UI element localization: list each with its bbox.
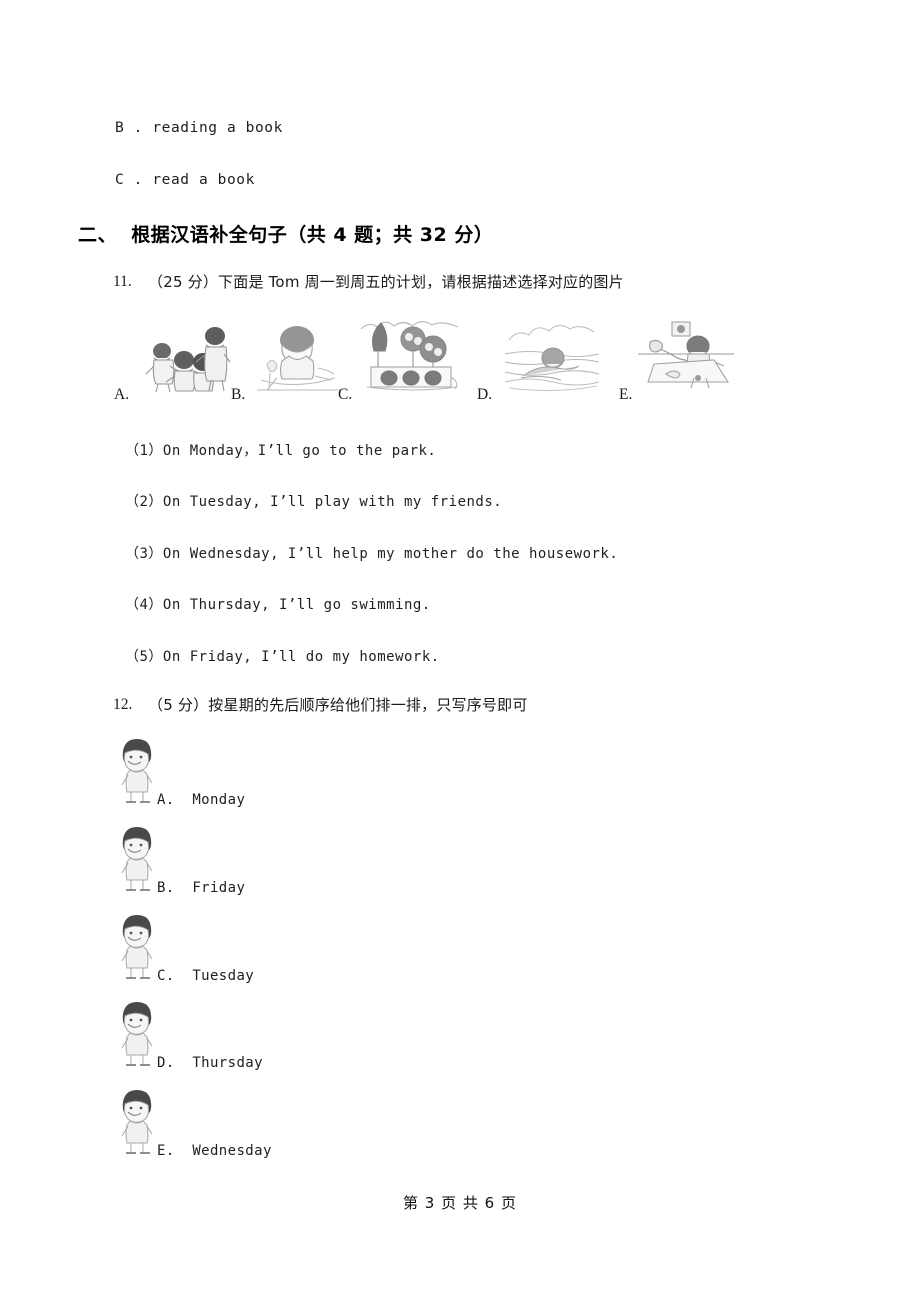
child-doing-housework-icon [636, 316, 736, 392]
picture-option-letter-b: B. [231, 386, 246, 403]
question-11-sub-2: （2）On Tuesday, I’ll play with my friends… [125, 494, 503, 510]
list-item-label-b: B. Friday [157, 880, 246, 896]
question-11-number: 11. [113, 273, 132, 290]
picture-option-letter-e: E. [619, 386, 633, 403]
cartoon-child-standing-icon [117, 1088, 157, 1156]
question-11-sub-1: （1）On Monday，I’ll go to the park. [125, 443, 437, 459]
question-11-sub-5: （5）On Friday, I’ll do my homework. [125, 649, 440, 665]
option-b-reading-a-book: B . reading a book [115, 120, 283, 136]
question-11-prompt: （25 分）下面是 Tom 周一到周五的计划，请根据描述选择对应的图片 [148, 273, 624, 291]
picture-option-letter-a: A. [114, 386, 130, 403]
option-c-read-a-book: C . read a book [115, 172, 255, 188]
list-item-label-e: E. Wednesday [157, 1143, 272, 1159]
cartoon-child-standing-icon [117, 825, 157, 893]
question-12-number: 12. [113, 696, 133, 713]
question-11-sub-4: （4）On Thursday, I’ll go swimming. [125, 597, 431, 613]
child-doing-homework-at-desk-icon [253, 320, 343, 392]
list-item-label-a: A. Monday [157, 792, 246, 808]
question-11-sub-3: （3）On Wednesday, I’ll help my mother do … [125, 546, 619, 562]
park-with-trees-and-flowers-icon [357, 315, 462, 393]
children-playing-group-icon [140, 316, 232, 392]
document-page: B . reading a book C . read a book 二、 根据… [0, 0, 920, 1302]
section-heading: 二、 根据汉语补全句子（共 4 题；共 32 分） [78, 224, 494, 246]
picture-option-letter-d: D. [477, 386, 493, 403]
cartoon-child-standing-icon [117, 913, 157, 981]
child-swimming-in-water-icon [503, 320, 601, 392]
cartoon-child-standing-icon [117, 1000, 157, 1068]
cartoon-child-standing-icon [117, 737, 157, 805]
list-item-label-c: C. Tuesday [157, 968, 255, 984]
picture-option-letter-c: C. [338, 386, 353, 403]
list-item-label-d: D. Thursday [157, 1055, 263, 1071]
question-12-prompt: （5 分）按星期的先后顺序给他们排一排，只写序号即可 [148, 696, 528, 714]
page-footer: 第 3 页 共 6 页 [403, 1194, 517, 1212]
